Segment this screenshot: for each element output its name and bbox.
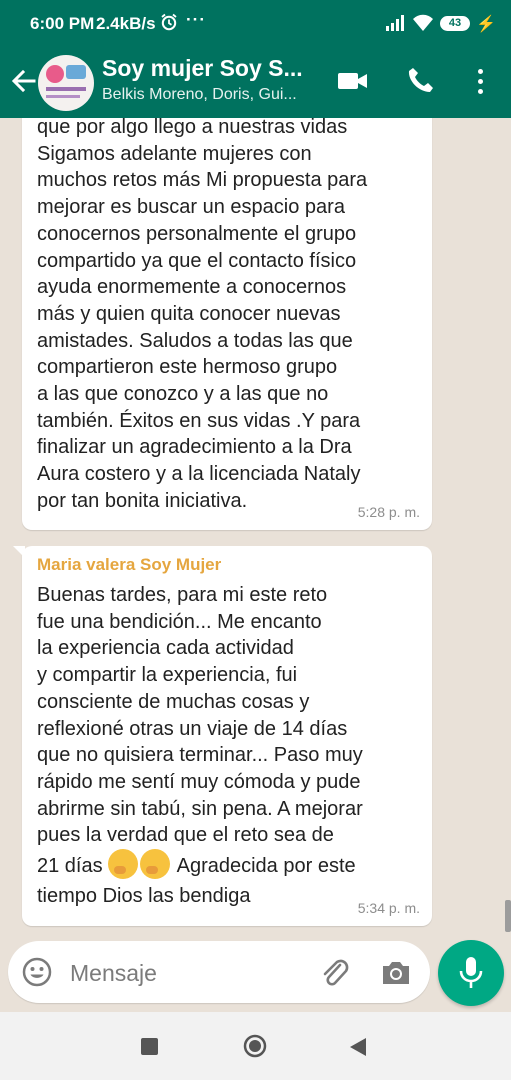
scrollbar-thumb[interactable] [505,900,511,932]
message-line: consciente de muchas cosas y [37,690,310,713]
message-line: compartieron este hermoso grupo [37,356,338,379]
message-line: a las que conozco y a las que no [37,383,329,406]
message-timestamp: 5:28 p. m. [357,504,420,520]
message-line: la experiencia cada actividad [37,637,294,660]
message-line-with-emoji: 21 días Agradecida por este [37,849,420,883]
phone-call-icon[interactable] [406,66,434,94]
message-input[interactable] [68,954,302,992]
message-line: fue una bendición... Me encanto [37,610,322,633]
emoji-icon[interactable] [21,956,53,988]
message-fragment: Agradecida por este [176,855,356,878]
message-line: que no quisiera terminar... Paso muy [37,744,363,767]
message-line: mejorar es buscar un espacio para [37,196,345,219]
message-line: que por algo llego a nuestras vidas [37,118,348,138]
chat-info[interactable]: Soy mujer Soy S... Belkis Moreno, Doris,… [102,55,322,104]
mic-icon [459,957,483,988]
message-bubble[interactable]: Maria valera Soy Mujer Buenas tardes, pa… [13,546,432,926]
video-call-icon[interactable] [337,68,369,94]
camera-icon[interactable] [380,957,412,987]
message-line: muchos retos más Mi propuesta para [37,169,368,192]
message-line: conocernos personalmente el grupo [37,222,357,245]
back-triangle-icon[interactable] [348,1036,368,1058]
more-notifications-dots: ··· [186,10,206,29]
chat-participants: Belkis Moreno, Doris, Gui... [102,86,297,103]
message-composer [8,941,430,1003]
message-line: finalizar un agradecimiento a la Dra [37,436,352,459]
recent-apps-icon[interactable] [141,1038,158,1055]
face-with-hand-over-mouth-icon [140,849,171,880]
charging-icon: ⚡ [476,16,496,33]
chat-title: Soy mujer Soy S... [102,55,303,81]
back-arrow-icon[interactable] [8,66,38,96]
message-line: Aura costero y a la licenciada Nataly [37,463,361,486]
message-line: amistades. Saludos a todas las que [37,329,353,352]
message-line: Buenas tardes, para mi este reto [37,584,328,606]
message-line: abrirme sin tabú, sin pena. A mejorar [37,797,363,820]
wifi-icon [413,14,433,31]
status-bar: 6:00 PM 2.4kB/s ··· 43 ⚡ [0,0,511,48]
message-text: Buenas tardes, para mi este reto fue una… [37,581,420,910]
message-bubble[interactable]: que por algo llego a nuestras vidas Siga… [22,118,432,530]
more-vert-icon[interactable] [470,66,490,96]
signal-icon [386,15,408,31]
network-speed: 2.4kB/s [96,14,156,33]
message-line: también. Éxitos en sus vidas .Y para [37,409,361,432]
message-text: que por algo llego a nuestras vidas Siga… [37,118,420,515]
mic-button[interactable] [438,940,504,1006]
message-line: ayuda enormemente a conocernos [37,276,347,299]
message-line: Sigamos adelante mujeres con [37,142,312,165]
message-line: rápido me sentí muy cómoda y pude [37,770,361,793]
status-time: 6:00 PM [30,14,95,33]
message-line: reflexioné otras un viaje de 14 días [37,717,348,740]
message-list[interactable]: que por algo llego a nuestras vidas Siga… [0,118,511,938]
message-timestamp: 5:34 p. m. [357,900,420,916]
message-line: compartido ya que el contacto físico [37,249,357,272]
message-fragment: 21 días [37,855,103,878]
alarm-icon [160,13,178,36]
home-icon[interactable] [243,1034,267,1058]
message-line: más y quien quita conocer nuevas [37,302,341,325]
chat-header: Soy mujer Soy S... Belkis Moreno, Doris,… [0,48,511,118]
battery-level: 43 [448,17,462,29]
system-navigation-bar [0,1012,511,1080]
attach-icon[interactable] [318,956,350,988]
message-line: y compartir la experiencia, fui [37,664,298,687]
face-with-hand-over-mouth-icon [108,849,139,880]
battery-icon: 43 [440,16,470,31]
sender-name[interactable]: Maria valera Soy Mujer [37,546,420,581]
group-avatar[interactable] [38,55,94,111]
message-line: pues la verdad que el reto sea de [37,824,334,847]
